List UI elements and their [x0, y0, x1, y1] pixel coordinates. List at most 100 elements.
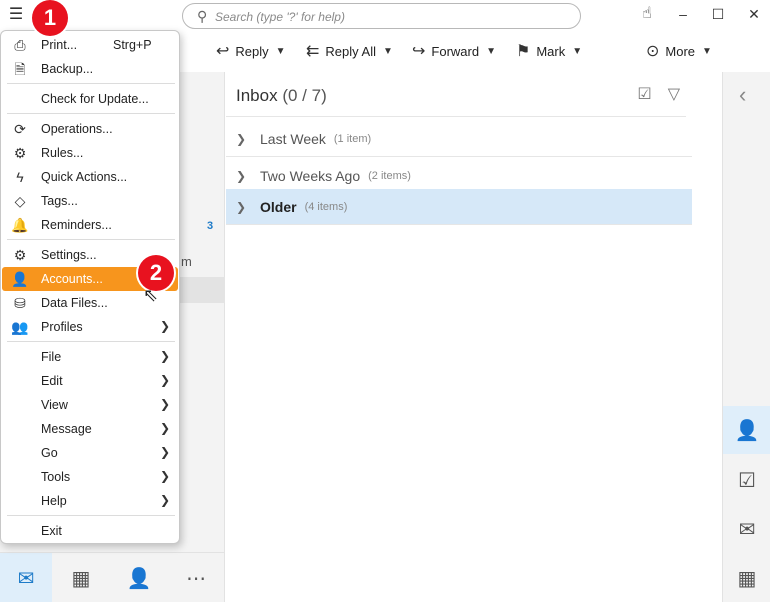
chevron-right-icon[interactable]: ❯: [236, 200, 260, 214]
menu-item-quick-actions[interactable]: ϟ Quick Actions...: [2, 165, 178, 189]
chevron-down-icon[interactable]: ▼: [572, 46, 582, 57]
chevron-down-icon[interactable]: ▼: [276, 46, 286, 57]
filter-icon[interactable]: ▽: [668, 84, 680, 104]
folder-label-fragment: m: [181, 254, 192, 269]
profiles-icon: 👥: [11, 319, 29, 335]
menu-item-print[interactable]: ⎙ Print... Strg+P: [2, 33, 178, 57]
mark-button[interactable]: ⚑ Mark ▼: [516, 40, 582, 62]
chevron-down-icon[interactable]: ▼: [486, 46, 496, 57]
bell-icon: 🔔: [11, 217, 29, 233]
menu-label: Profiles: [41, 320, 83, 334]
bottom-nav: ✉ ▦ 👤 ⋯: [0, 552, 225, 602]
chevron-down-icon[interactable]: ▼: [702, 46, 712, 57]
menu-label: Accounts...: [41, 272, 103, 286]
reply-button[interactable]: ↩ Reply ▼: [216, 40, 286, 62]
divider: [226, 116, 686, 117]
search-input[interactable]: [215, 8, 565, 26]
menu-label: Tools: [41, 470, 71, 484]
chevron-right-icon: ❯: [160, 349, 171, 363]
menu-label: Settings...: [41, 248, 97, 262]
group-name: Older: [260, 198, 297, 215]
menu-item-file[interactable]: File ❯: [2, 345, 178, 369]
backup-icon: 🗎: [14, 61, 26, 77]
account-icon: 👤: [11, 271, 29, 287]
contact-icon[interactable]: 👤: [723, 406, 770, 454]
menu-item-tags[interactable]: ◇ Tags...: [2, 189, 178, 213]
chevron-right-icon[interactable]: ❯: [236, 132, 260, 146]
menu-label: Rules...: [41, 146, 84, 160]
group-row-last-week[interactable]: ❯ Last Week (1 item): [226, 121, 692, 157]
forward-label: Forward: [431, 43, 480, 59]
forward-button[interactable]: ↪ Forward ▼: [412, 40, 496, 62]
menu-label: Exit: [41, 524, 62, 538]
chevron-right-icon[interactable]: ❯: [236, 169, 260, 183]
more-circle-icon: ⊙: [646, 43, 660, 60]
sync-icon: ⟳: [14, 121, 26, 137]
menu-item-exit[interactable]: Exit: [2, 519, 178, 543]
database-icon: ⛁: [14, 295, 26, 311]
toolbar: ↩ Reply ▼ ⇇ Reply All ▼ ↪ Forward ▼ ⚑ Ma…: [180, 34, 770, 68]
menu-item-reminders[interactable]: 🔔 Reminders...: [2, 213, 178, 237]
group-row-older[interactable]: ❯ Older (4 items): [226, 189, 692, 225]
contacts-icon[interactable]: 👤: [113, 553, 165, 602]
hand-touch-icon[interactable]: ☝: [636, 4, 658, 24]
more-button[interactable]: ⊙ More ▼: [646, 40, 712, 62]
calendar-icon[interactable]: ▦: [723, 554, 770, 602]
menu-label: Edit: [41, 374, 63, 388]
group-count: (2 items): [368, 169, 411, 182]
inbox-count: (0 / 7): [282, 86, 327, 105]
menu-separator: [7, 239, 175, 240]
menu-item-message[interactable]: Message ❯: [2, 417, 178, 441]
menu-item-edit[interactable]: Edit ❯: [2, 369, 178, 393]
hamburger-icon[interactable]: ☰: [6, 5, 26, 25]
menu-label: File: [41, 350, 62, 364]
menu-label: Tags...: [41, 194, 78, 208]
search-box[interactable]: ⚲: [182, 3, 581, 29]
menu-item-help[interactable]: Help ❯: [2, 489, 178, 513]
mail-open-icon[interactable]: ✉: [723, 505, 770, 553]
menu-item-backup[interactable]: 🗎 Backup...: [2, 57, 178, 81]
step-badge-1: 1: [32, 0, 68, 36]
gear-icon: ⚙: [13, 247, 27, 263]
menu-item-profiles[interactable]: 👥 Profiles ❯: [2, 315, 178, 339]
menu-item-check-update[interactable]: Check for Update...: [2, 87, 178, 111]
minimize-button[interactable]: –: [672, 4, 694, 24]
search-icon: ⚲: [197, 8, 208, 24]
mail-icon[interactable]: ✉: [0, 553, 52, 602]
menu-separator: [7, 83, 175, 84]
mouse-cursor-icon: ⇖: [143, 285, 159, 305]
menu-item-operations[interactable]: ⟳ Operations...: [2, 117, 178, 141]
more-dots-icon[interactable]: ⋯: [170, 553, 222, 602]
maximize-button[interactable]: ☐: [707, 4, 729, 24]
group-count: (4 items): [304, 200, 348, 213]
reply-all-label: Reply All: [325, 43, 376, 59]
menu-label: Operations...: [41, 122, 113, 136]
menu-separator: [7, 515, 175, 516]
chevron-left-icon[interactable]: ‹: [739, 82, 746, 108]
menu-item-tools[interactable]: Tools ❯: [2, 465, 178, 489]
menu-item-view[interactable]: View ❯: [2, 393, 178, 417]
menu-label: Go: [41, 446, 58, 460]
message-list: Inbox (0 / 7) ☑ ▽ ❯ Last Week (1 item) ❯…: [226, 72, 692, 602]
menu-label: Check for Update...: [41, 92, 149, 106]
select-all-icon[interactable]: ☑: [637, 84, 651, 104]
flag-icon: ⚑: [516, 43, 531, 60]
menu-label: Help: [41, 494, 67, 508]
chevron-right-icon: ❯: [160, 319, 171, 333]
reply-label: Reply: [235, 43, 269, 59]
reply-all-button[interactable]: ⇇ Reply All ▼: [306, 40, 393, 62]
forward-icon: ↪: [412, 43, 426, 60]
menu-separator: [7, 341, 175, 342]
tag-icon: ◇: [14, 193, 26, 209]
task-icon[interactable]: ☑: [723, 456, 770, 504]
title-bar: ☰ ⚲ ☝ – ☐ ✕: [0, 0, 770, 32]
close-button[interactable]: ✕: [743, 4, 765, 24]
menu-item-rules[interactable]: ⚙ Rules...: [2, 141, 178, 165]
calendar-icon[interactable]: ▦: [55, 553, 107, 602]
chevron-down-icon[interactable]: ▼: [383, 46, 393, 57]
chevron-right-icon: ❯: [160, 421, 171, 435]
page-title: Inbox (0 / 7): [236, 86, 327, 106]
group-name: Two Weeks Ago: [260, 167, 361, 184]
menu-item-go[interactable]: Go ❯: [2, 441, 178, 465]
inbox-title: Inbox: [236, 86, 278, 105]
